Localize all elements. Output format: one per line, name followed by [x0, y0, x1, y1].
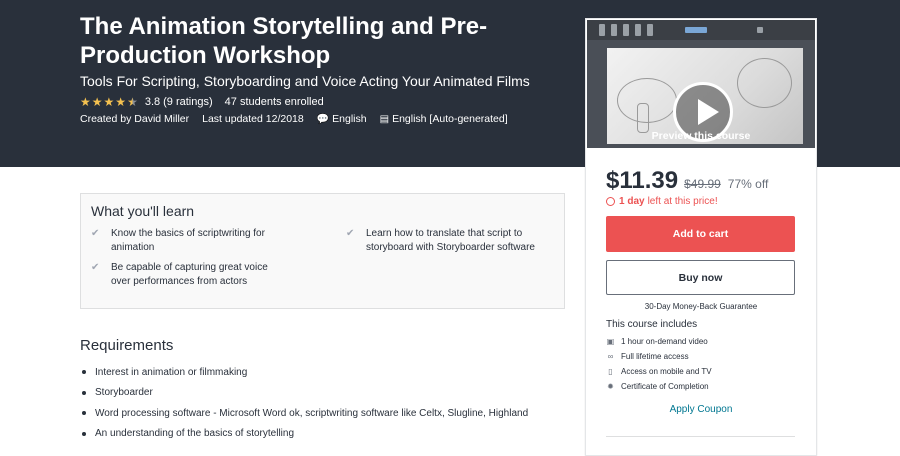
rating-value: 3.8	[144, 96, 161, 108]
include-item: ∞ Full lifetime access	[607, 352, 689, 361]
preview-toolbar	[587, 20, 815, 40]
original-price: $49.99	[684, 177, 721, 191]
star-half-icon: ★	[127, 95, 138, 109]
pencil-icon	[635, 24, 641, 36]
current-price: $11.39	[606, 167, 679, 194]
last-updated: Last updated 12/2018	[202, 113, 304, 125]
check-icon: ✔	[91, 228, 100, 239]
enrolled-count: 47 students enrolled	[224, 96, 324, 108]
star-icon: ★	[80, 95, 91, 109]
preview-label: Preview this course	[651, 130, 751, 142]
requirement-item: Storyboarder	[80, 383, 528, 404]
course-subtitle: Tools For Scripting, Storyboarding and V…	[80, 73, 530, 89]
learn-title: What you'll learn	[91, 203, 195, 219]
includes-list: ▣ 1 hour on-demand video ∞ Full lifetime a…	[606, 334, 712, 394]
course-title: The Animation Storytelling and Pre-Produ…	[80, 13, 488, 69]
alarm-clock-icon	[606, 197, 615, 206]
captions-icon: ▤	[379, 113, 390, 125]
course-meta: Created by David Miller Last updated 12/…	[80, 112, 508, 126]
learn-item: ✔ Learn how to translate that script to …	[346, 228, 535, 253]
check-icon: ✔	[91, 262, 100, 273]
star-icon: ★	[115, 95, 127, 109]
learn-item: ✔ Be capable of capturing great voice ov…	[91, 262, 268, 287]
discount-badge: 77% off	[727, 177, 769, 191]
menu-icon	[757, 27, 763, 33]
video-icon: ▣	[606, 337, 615, 346]
palette-icon	[685, 27, 707, 33]
divider	[606, 436, 795, 437]
include-item: ▣ 1 hour on-demand video	[606, 337, 708, 346]
price-timer: 1 day left at this price!	[606, 196, 718, 207]
purchase-card: Preview this course $11.39 $49.99 77% of…	[585, 18, 817, 456]
course-language: English	[332, 113, 367, 125]
bullet-icon	[82, 431, 86, 436]
speech-bubble-icon: 💬	[316, 113, 330, 125]
bullet-icon	[82, 411, 86, 416]
pencil-icon	[611, 24, 617, 36]
check-icon: ✔	[346, 228, 355, 239]
rating-count[interactable]: (9 ratings)	[163, 96, 213, 108]
pencil-icon	[623, 24, 629, 36]
star-rating: ★ ★ ★ ★ ★	[80, 96, 139, 108]
certificate-icon: ✹	[607, 382, 614, 391]
mobile-icon: ▯	[608, 367, 613, 376]
buy-now-button[interactable]: Buy now	[606, 260, 795, 295]
star-icon: ★	[91, 95, 103, 109]
requirement-item: An understanding of the basics of storyt…	[80, 424, 528, 445]
requirement-item: Interest in animation or filmmaking	[80, 362, 528, 383]
learn-item: ✔ Know the basics of scriptwriting for a…	[91, 228, 265, 253]
bullet-icon	[82, 390, 86, 395]
include-item: ✹ Certificate of Completion	[607, 382, 709, 391]
what-you-learn-box: What you'll learn ✔ Know the basics of s…	[80, 193, 565, 309]
bullet-icon	[82, 370, 86, 375]
pencil-icon	[647, 24, 653, 36]
add-to-cart-button[interactable]: Add to cart	[606, 216, 795, 252]
instructor-credit[interactable]: Created by David Miller	[80, 113, 189, 125]
money-back-guarantee: 30-Day Money-Back Guarantee	[644, 302, 758, 311]
star-icon: ★	[103, 95, 115, 109]
include-item: ▯ Access on mobile and TV	[606, 364, 711, 379]
rating-row: ★ ★ ★ ★ ★ 3.8 (9 ratings) 47 students en…	[80, 95, 324, 109]
apply-coupon-link[interactable]: Apply Coupon	[586, 404, 816, 415]
course-preview[interactable]: Preview this course	[587, 20, 815, 148]
course-captions: English [Auto-generated]	[392, 113, 508, 125]
requirements-list: Interest in animation or filmmaking Stor…	[80, 362, 528, 444]
includes-title: This course includes	[606, 319, 698, 330]
requirement-item: Word processing software - Microsoft Wor…	[80, 403, 528, 424]
infinity-icon: ∞	[607, 352, 614, 361]
requirements-title: Requirements	[80, 337, 174, 354]
pencil-icon	[599, 24, 605, 36]
price-row: $11.39 $49.99 77% off	[606, 167, 768, 195]
